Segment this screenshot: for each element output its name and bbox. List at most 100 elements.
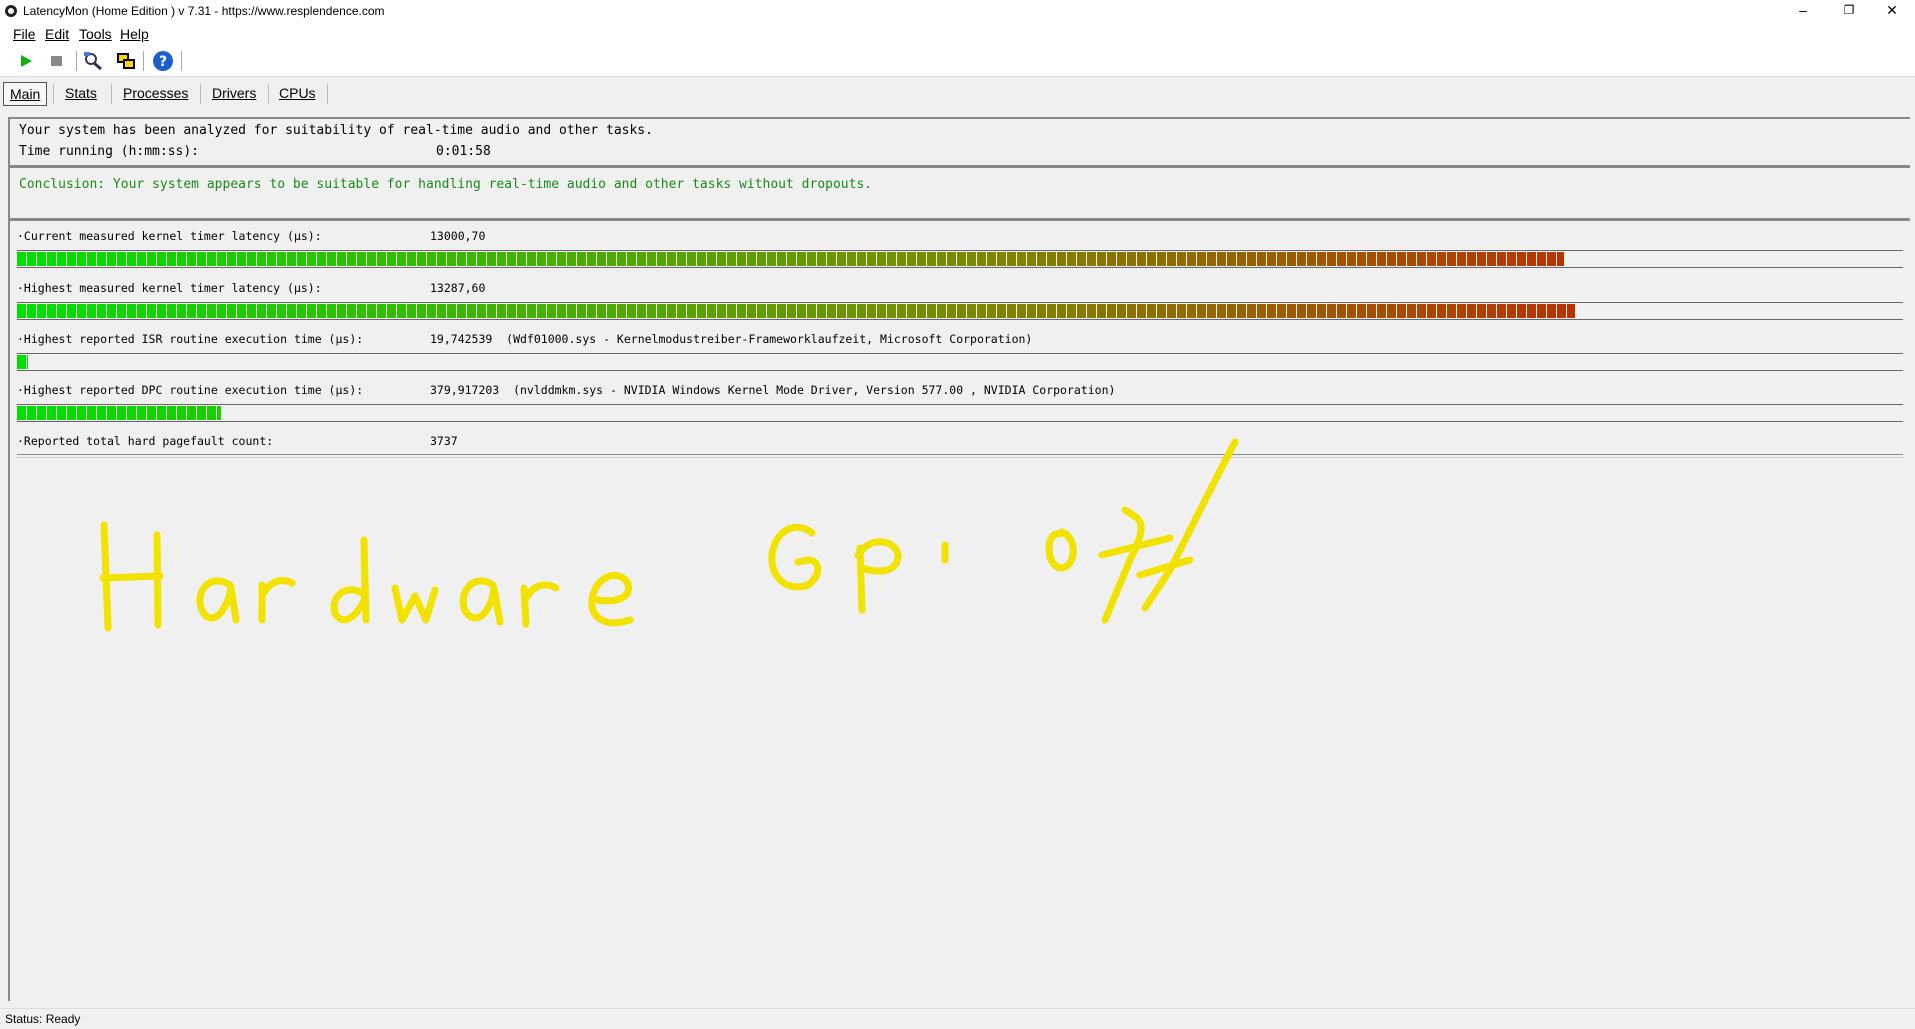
bar-segment bbox=[837, 304, 846, 318]
tab-separator bbox=[111, 84, 112, 104]
bar-segment bbox=[1327, 304, 1336, 318]
windows-icon[interactable] bbox=[114, 50, 138, 72]
bar-segment bbox=[377, 252, 386, 266]
bar-segment bbox=[1057, 304, 1066, 318]
bar-segment bbox=[467, 252, 476, 266]
bar-segment bbox=[477, 304, 486, 318]
menu-help[interactable]: Help bbox=[118, 22, 151, 46]
bar-segment bbox=[637, 304, 646, 318]
bar-segment bbox=[317, 304, 326, 318]
tab-processes[interactable]: Processes bbox=[117, 82, 194, 104]
bar-segment bbox=[847, 252, 856, 266]
metric-label: ·Current measured kernel timer latency (… bbox=[17, 229, 322, 243]
bar-segment bbox=[497, 252, 506, 266]
bar-segment bbox=[1187, 304, 1196, 318]
menu-edit[interactable]: Edit bbox=[43, 22, 71, 46]
bar-segment bbox=[1277, 252, 1286, 266]
bar-segment bbox=[217, 304, 226, 318]
bar-segment bbox=[697, 304, 706, 318]
bar-segment bbox=[987, 252, 996, 266]
bar-segment bbox=[1367, 252, 1376, 266]
bar-segment bbox=[527, 304, 536, 318]
tab-main[interactable]: Main bbox=[3, 82, 48, 106]
bar-segment bbox=[107, 252, 116, 266]
close-button[interactable]: ✕ bbox=[1872, 0, 1912, 22]
bar-segment bbox=[527, 252, 536, 266]
bar-segment bbox=[1457, 252, 1466, 266]
bar-segment bbox=[197, 252, 206, 266]
bar-segment bbox=[877, 304, 886, 318]
bar-segment bbox=[327, 252, 336, 266]
metric-value: 13287,60 bbox=[430, 281, 486, 295]
bar-segment bbox=[77, 304, 86, 318]
bar-segment bbox=[47, 252, 56, 266]
bar-segment bbox=[367, 304, 376, 318]
app-icon bbox=[5, 5, 17, 17]
bar-segment bbox=[967, 304, 976, 318]
search-icon[interactable] bbox=[81, 50, 105, 72]
tab-stats[interactable]: Stats bbox=[59, 82, 103, 104]
tab-drivers[interactable]: Drivers bbox=[206, 82, 262, 104]
bar-segment bbox=[777, 252, 786, 266]
bar-segment bbox=[877, 252, 886, 266]
bar-segment bbox=[1477, 304, 1486, 318]
play-icon[interactable] bbox=[14, 50, 38, 72]
maximize-button[interactable]: ❐ bbox=[1829, 0, 1869, 22]
bar-segment bbox=[807, 252, 816, 266]
bar-segment bbox=[67, 304, 76, 318]
time-running-label: Time running (h:mm:ss): bbox=[19, 144, 200, 159]
bar-segment bbox=[127, 406, 136, 420]
tab-cpus[interactable]: CPUs bbox=[273, 82, 322, 104]
menu-file[interactable]: File bbox=[11, 22, 38, 46]
bar-segment bbox=[577, 252, 586, 266]
bar-segment bbox=[1267, 304, 1276, 318]
bar-segment bbox=[847, 304, 856, 318]
stop-icon[interactable] bbox=[45, 50, 69, 72]
tab-separator bbox=[327, 84, 328, 104]
bar-segment bbox=[647, 252, 656, 266]
latency-bar-fill bbox=[17, 252, 1564, 266]
bar-segment bbox=[167, 304, 176, 318]
bar-segment bbox=[887, 252, 896, 266]
bar-segment bbox=[717, 304, 726, 318]
bar-segment bbox=[167, 252, 176, 266]
bar-segment bbox=[777, 304, 786, 318]
bar-segment bbox=[1267, 252, 1276, 266]
bar-segment bbox=[257, 304, 266, 318]
help-icon[interactable]: ? bbox=[151, 50, 175, 72]
bar-segment bbox=[157, 304, 166, 318]
bar-segment bbox=[1397, 252, 1406, 266]
tab-separator bbox=[268, 84, 269, 104]
bar-segment bbox=[1397, 304, 1406, 318]
bar-segment bbox=[637, 252, 646, 266]
bar-segment bbox=[1117, 252, 1126, 266]
bar-segment bbox=[827, 252, 836, 266]
bar-segment bbox=[797, 304, 806, 318]
bar-segment bbox=[407, 304, 416, 318]
bar-segment bbox=[1487, 252, 1496, 266]
toolbar-separator bbox=[143, 51, 144, 71]
bar-segment bbox=[827, 304, 836, 318]
bar-segment bbox=[1467, 252, 1476, 266]
bar-segment bbox=[1407, 304, 1416, 318]
bar-segment bbox=[1217, 304, 1226, 318]
bar-segment bbox=[737, 252, 746, 266]
bar-segment bbox=[1557, 304, 1566, 318]
bar-segment bbox=[207, 406, 216, 420]
conclusion-box: Conclusion: Your system appears to be su… bbox=[10, 168, 1910, 221]
bar-segment bbox=[1317, 252, 1326, 266]
bar-segment bbox=[1177, 304, 1186, 318]
minimize-button[interactable]: – bbox=[1783, 0, 1823, 22]
bar-segment bbox=[867, 252, 876, 266]
bar-segment bbox=[787, 304, 796, 318]
bar-segment bbox=[117, 406, 126, 420]
bar-segment bbox=[1297, 304, 1306, 318]
bar-segment bbox=[757, 304, 766, 318]
main-panel: Your system has been analyzed for suitab… bbox=[8, 117, 1910, 1001]
bar-segment bbox=[27, 252, 36, 266]
toolbar-separator bbox=[181, 51, 182, 71]
bar-segment bbox=[137, 252, 146, 266]
bar-segment bbox=[307, 304, 316, 318]
menu-tools[interactable]: Tools bbox=[77, 22, 114, 46]
bar-segment bbox=[137, 406, 146, 420]
